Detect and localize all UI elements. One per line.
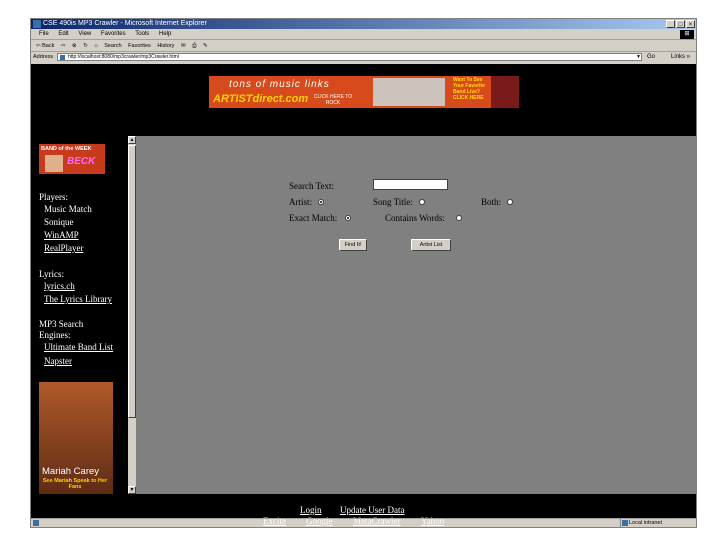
banner-devil-image (491, 76, 519, 108)
band-photo (45, 155, 63, 172)
address-label: Address (33, 54, 54, 60)
lyrics-link-library[interactable]: The Lyrics Library (44, 294, 112, 305)
address-url: http://localhost:8080/mp3crawler/mp3Craw… (68, 54, 179, 60)
address-input[interactable]: http://localhost:8080/mp3crawler/mp3Craw… (57, 53, 642, 61)
song-title-radio[interactable] (419, 199, 425, 205)
scroll-down-icon[interactable]: ▼ (128, 486, 136, 494)
artist-list-button[interactable]: Artist List (411, 239, 451, 251)
player-link-musicmatch[interactable]: Music Match (44, 204, 92, 215)
ie-logo-icon (33, 20, 41, 28)
banner-brand: ARTISTdirect.com (213, 93, 309, 105)
toolbar: ⇦ Back ⇨ ⊗ ↻ ⌂ Search Favorites History … (31, 40, 696, 52)
security-zone: Local intranet (620, 519, 696, 527)
player-link-winamp[interactable]: WinAMP (44, 230, 79, 241)
search-form: Search Text: Artist: Song Title: Both: E… (136, 136, 696, 494)
scrollbar-thumb[interactable] (128, 145, 136, 418)
engine-link-ubl[interactable]: Ultimate Band List (44, 342, 113, 353)
lyrics-link-lyricsch[interactable]: lyrics.ch (44, 281, 75, 292)
sidebar-scrollbar[interactable]: ▲ ▼ (128, 136, 136, 494)
search-button[interactable]: Search (104, 43, 121, 49)
sidebar: BAND of the WEEK BECK Players: Music Mat… (31, 136, 128, 497)
banner-promo: Want To See Your Favorite Band Live? CLI… (453, 77, 485, 101)
page-content: tons of music links ARTISTdirect.com CLI… (31, 64, 696, 526)
band-of-week-label: BAND of the WEEK (41, 146, 92, 152)
stop-icon[interactable]: ⊗ (72, 43, 77, 49)
lyrics-heading: Lyrics: (39, 269, 64, 279)
windows-logo-icon: ⊞ (680, 30, 694, 39)
ad-title: Mariah Carey (42, 466, 100, 477)
history-button[interactable]: History (157, 43, 174, 49)
menu-tools[interactable]: Tools (135, 31, 149, 37)
go-button[interactable]: Go (647, 52, 655, 63)
footer-links: Login Update User Data Excite Google Met… (31, 494, 696, 526)
update-user-data-link[interactable]: Update User Data (340, 505, 404, 515)
players-heading: Players: (39, 192, 68, 202)
page-status-icon (33, 520, 39, 526)
menu-view[interactable]: View (78, 31, 91, 37)
band-name: BECK (67, 156, 96, 167)
banner-cta: CLICK HERE TO ROCK (313, 94, 353, 106)
artist-radio[interactable] (318, 199, 324, 205)
print-icon[interactable]: ⎙ (192, 43, 196, 49)
engine-link-napster[interactable]: Napster (44, 356, 72, 367)
title-bar: CSE 490is MP3 Crawler - Microsoft Intern… (31, 19, 696, 29)
engines-heading-2: Engines: (39, 330, 71, 340)
address-bar: Address http://localhost:8080/mp3crawler… (31, 52, 696, 63)
engines-heading: MP3 Search (39, 319, 84, 329)
both-label: Both: (481, 197, 502, 207)
browser-window: CSE 490is MP3 Crawler - Microsoft Intern… (30, 18, 697, 528)
banner-band-photo (373, 78, 445, 106)
song-title-label: Song Title: (373, 197, 413, 207)
zone-label: Local intranet (629, 520, 663, 526)
contains-words-label: Contains Words: (385, 213, 445, 223)
address-dropdown-icon[interactable]: ▼ (635, 53, 642, 61)
mariah-carey-ad[interactable]: Mariah Carey See Mariah Speak to Her Fan… (39, 382, 113, 497)
edit-icon[interactable]: ✎ (203, 43, 208, 49)
player-link-sonique[interactable]: Sonique (44, 217, 74, 228)
banner-headline: tons of music links (229, 79, 330, 90)
player-link-realplayer[interactable]: RealPlayer (44, 243, 84, 254)
ad-subtitle: See Mariah Speak to Her Fans (42, 478, 108, 490)
exact-match-label: Exact Match: (289, 213, 338, 223)
minimize-button[interactable]: _ (666, 20, 675, 28)
mail-icon[interactable]: ✉ (181, 43, 186, 49)
contains-words-radio[interactable] (456, 215, 462, 221)
artistdirect-banner-ad[interactable]: tons of music links ARTISTdirect.com CLI… (209, 76, 519, 108)
window-title: CSE 490is MP3 Crawler - Microsoft Intern… (43, 20, 207, 27)
favorites-button[interactable]: Favorites (128, 43, 151, 49)
both-radio[interactable] (507, 199, 513, 205)
back-button[interactable]: ⇦ Back (36, 43, 54, 49)
scroll-up-icon[interactable]: ▲ (128, 136, 136, 144)
find-it-button[interactable]: Find It! (339, 239, 367, 251)
menu-favorites[interactable]: Favorites (101, 31, 126, 37)
home-icon[interactable]: ⌂ (94, 43, 97, 49)
menu-help[interactable]: Help (159, 31, 171, 37)
refresh-icon[interactable]: ↻ (83, 43, 88, 49)
artist-label: Artist: (289, 197, 313, 207)
menu-file[interactable]: File (39, 31, 49, 37)
forward-button[interactable]: ⇨ (61, 43, 66, 49)
login-link[interactable]: Login (300, 505, 322, 515)
search-text-label: Search Text: (289, 181, 334, 191)
page-icon (60, 55, 65, 60)
intranet-icon (622, 520, 628, 526)
menu-bar: File Edit View Favorites Tools Help ⊞ (31, 29, 696, 40)
search-input[interactable] (373, 179, 448, 190)
menu-edit[interactable]: Edit (58, 31, 68, 37)
status-bar: Local intranet (31, 518, 696, 527)
maximize-button[interactable]: □ (676, 20, 685, 28)
window-controls: _ □ × (666, 20, 695, 28)
exact-match-radio[interactable] (345, 215, 351, 221)
close-button[interactable]: × (686, 20, 695, 28)
links-button[interactable]: Links » (671, 52, 690, 63)
band-of-week-ad[interactable]: BAND of the WEEK BECK (39, 144, 105, 174)
